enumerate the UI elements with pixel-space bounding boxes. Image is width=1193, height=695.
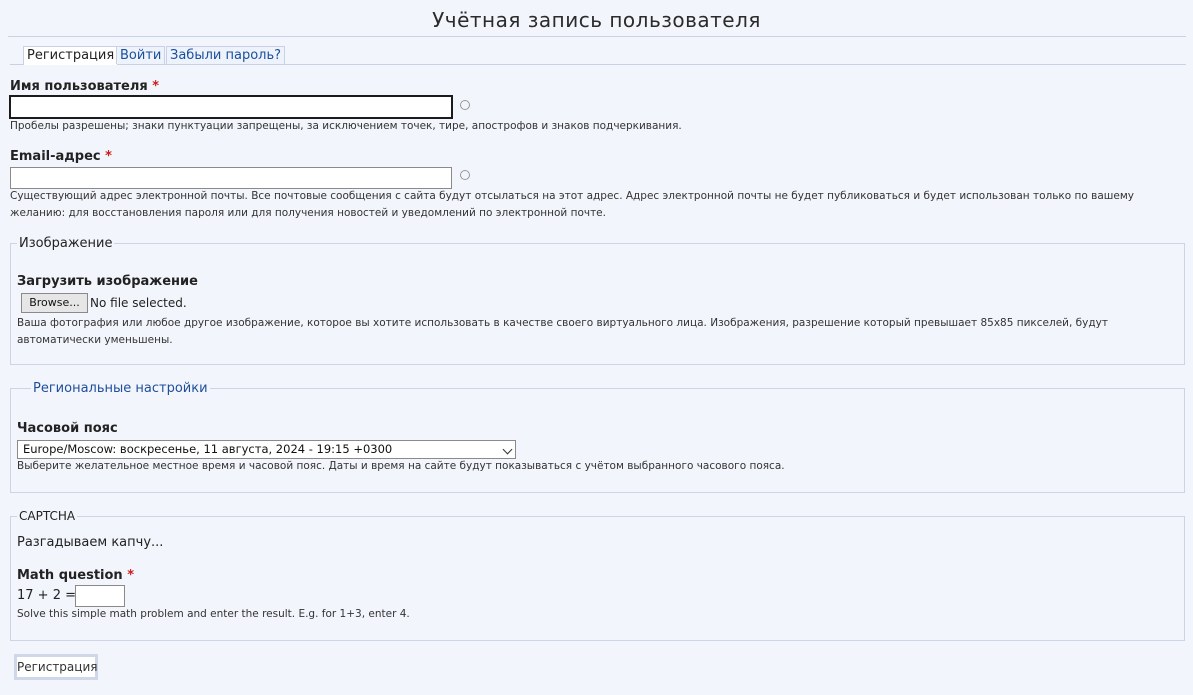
email-description-line2: желанию: для восстановления пароля или д… [10, 207, 606, 219]
username-description: Пробелы разрешены; знаки пунктуации запр… [10, 120, 682, 132]
timezone-select[interactable]: Europe/Moscow: воскресенье, 11 августа, … [17, 440, 516, 459]
file-status: No file selected. [90, 296, 187, 310]
math-question-label-text: Math question [17, 568, 123, 583]
required-marker: * [127, 568, 135, 583]
tab-login[interactable]: Войти [116, 46, 166, 64]
email-label-text: Email-адрес [10, 149, 101, 164]
email-check-icon [460, 170, 470, 180]
timezone-description: Выберите желательное местное время и час… [17, 460, 785, 472]
timezone-label: Часовой пояс [17, 421, 118, 436]
captcha-intro: Разгадываем капчу... [17, 535, 164, 550]
title-divider [8, 36, 1186, 37]
captcha-legend: CAPTCHA [17, 509, 78, 523]
required-marker: * [105, 149, 112, 164]
email-input[interactable] [10, 167, 452, 189]
regional-legend[interactable]: Региональные настройки [31, 381, 210, 396]
math-answer-input[interactable] [75, 585, 125, 607]
required-marker: * [152, 79, 160, 94]
upload-image-label: Загрузить изображение [17, 274, 198, 289]
image-legend: Изображение [17, 236, 115, 251]
register-button[interactable]: Регистрация [14, 654, 98, 680]
username-label-text: Имя пользователя [10, 79, 148, 94]
user-account-page: Учётная запись пользователя Регистрация … [0, 0, 1193, 695]
image-description-line2: автоматически уменьшены. [17, 334, 173, 346]
email-label: Email-адрес * [10, 149, 112, 164]
account-tabs: Регистрация Войти Забыли пароль? [10, 46, 1186, 65]
browse-button[interactable]: Browse... [21, 293, 88, 313]
username-check-icon [460, 100, 470, 110]
tab-register[interactable]: Регистрация [23, 46, 119, 65]
captcha-description: Solve this simple math problem and enter… [17, 608, 410, 620]
math-question-text: 17 + 2 = [17, 588, 76, 603]
chevron-down-icon [502, 444, 513, 455]
image-description: Ваша фотография или любое другое изображ… [17, 315, 1177, 349]
image-description-line1: Ваша фотография или любое другое изображ… [17, 317, 1108, 329]
tab-forgot-password[interactable]: Забыли пароль? [166, 46, 286, 64]
email-description-line1: Существующий адрес электронной почты. Вс… [10, 190, 1134, 202]
timezone-selected-value: Europe/Moscow: воскресенье, 11 августа, … [23, 442, 393, 456]
math-question-label: Math question * [17, 568, 134, 583]
email-description: Существующий адрес электронной почты. Вс… [10, 188, 1180, 222]
username-input[interactable] [9, 95, 453, 119]
page-title: Учётная запись пользователя [432, 8, 761, 32]
username-label: Имя пользователя * [10, 79, 159, 94]
